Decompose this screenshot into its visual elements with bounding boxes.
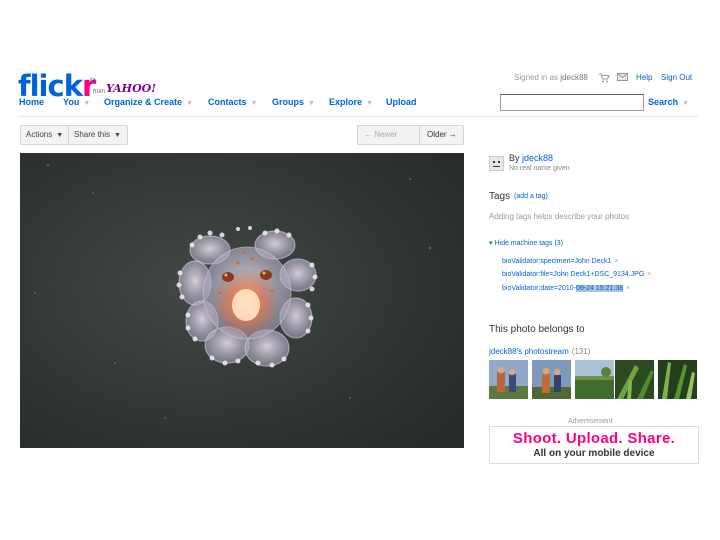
search-button[interactable]: Search ▼ — [648, 97, 689, 107]
add-tag-link[interactable]: (add a tag) — [514, 193, 548, 200]
main-photo[interactable] — [20, 153, 464, 448]
advertisement-banner[interactable]: Shoot. Upload. Share. All on your mobile… — [489, 426, 699, 464]
tags-hint: Adding tags helps describe your photos — [489, 212, 630, 221]
chevron-down-icon: ▼ — [56, 132, 64, 139]
hide-machine-tags-toggle[interactable]: ▾ Hide machine tags (3) — [489, 239, 563, 247]
owner-link[interactable]: jdeck88 — [522, 153, 553, 163]
toolbar-separator — [68, 126, 69, 144]
signed-in-status: Signed in as jdeck88 — [514, 73, 588, 82]
photostream-link[interactable]: jdeck88's photostream (131) — [489, 347, 590, 356]
remove-tag-icon[interactable]: × — [614, 258, 618, 265]
share-menu-button[interactable]: Share this ▼ — [74, 125, 121, 145]
photostream-thumbnail[interactable] — [615, 360, 654, 399]
chevron-down-icon: ▼ — [186, 100, 193, 107]
photostream-thumbnail[interactable] — [658, 360, 697, 399]
nav-groups[interactable]: Groups ▼ — [272, 97, 315, 107]
search-input[interactable] — [500, 94, 644, 111]
photostream-thumbnail[interactable] — [489, 360, 528, 399]
machine-tag-link[interactable]: bioValidator:date=2010-09-24 15:21:38 — [502, 285, 624, 292]
owner-realname: No real name given — [509, 165, 570, 172]
photostream-thumbnail[interactable] — [575, 360, 614, 399]
chevron-down-icon: ▼ — [308, 100, 315, 107]
logo-from: from — [93, 89, 105, 95]
chevron-down-icon: ▼ — [114, 132, 121, 139]
chevron-down-icon: ▼ — [83, 100, 91, 107]
tags-heading: Tags — [489, 191, 511, 202]
cart-icon[interactable] — [598, 73, 610, 85]
logo-trademark: ® — [90, 78, 96, 85]
remove-tag-icon[interactable]: × — [626, 285, 630, 292]
remove-tag-icon[interactable]: × — [647, 271, 651, 278]
photo-image — [20, 153, 464, 448]
header-divider — [18, 116, 698, 117]
chevron-down-icon: ▼ — [682, 100, 689, 107]
nav-upload[interactable]: Upload — [386, 97, 417, 107]
nav-you[interactable]: You ▼ — [63, 97, 90, 107]
machine-tag: bioValidator:file=John Deck1+DSC_9134.JP… — [502, 271, 651, 278]
nav-explore[interactable]: Explore ▼ — [329, 97, 373, 107]
nav-contacts[interactable]: Contacts ▼ — [208, 97, 257, 107]
machine-tag-link[interactable]: bioValidator:file=John Deck1+DSC_9134.JP… — [502, 271, 644, 278]
belongs-heading: This photo belongs to — [489, 324, 585, 335]
mail-icon[interactable] — [617, 73, 628, 83]
sign-out-link[interactable]: Sign Out — [661, 73, 692, 82]
selected-text: 09-24 15:21:38 — [576, 285, 624, 292]
signed-in-user[interactable]: jdeck88 — [560, 73, 588, 82]
machine-tag: bioValidator:specimen=John Deck1 × — [502, 258, 619, 265]
photostream-thumbnail[interactable] — [532, 360, 571, 399]
chevron-down-icon: ▼ — [366, 100, 373, 107]
ad-headline: Shoot. Upload. Share. — [512, 430, 676, 447]
owner-byline: By jdeck88 — [509, 153, 554, 163]
toolbar-separator — [419, 126, 420, 144]
nav-organize[interactable]: Organize & Create ▼ — [104, 97, 193, 107]
nav-home[interactable]: Home — [19, 97, 44, 107]
older-button[interactable]: Older → — [427, 125, 457, 145]
buddy-icon[interactable] — [489, 156, 504, 171]
ad-subline: All on your mobile device — [533, 448, 655, 459]
machine-tag-link[interactable]: bioValidator:specimen=John Deck1 — [502, 258, 611, 265]
help-link[interactable]: Help — [636, 73, 652, 82]
advertisement-label: Advertisement — [568, 418, 613, 425]
chevron-down-icon: ▼ — [250, 100, 258, 107]
newer-button[interactable]: ← Newer — [364, 125, 397, 145]
actions-menu-button[interactable]: Actions ▼ — [26, 125, 63, 145]
yahoo-logo: YAHOO! — [106, 82, 157, 95]
machine-tag: bioValidator:date=2010-09-24 15:21:38 × — [502, 285, 630, 292]
